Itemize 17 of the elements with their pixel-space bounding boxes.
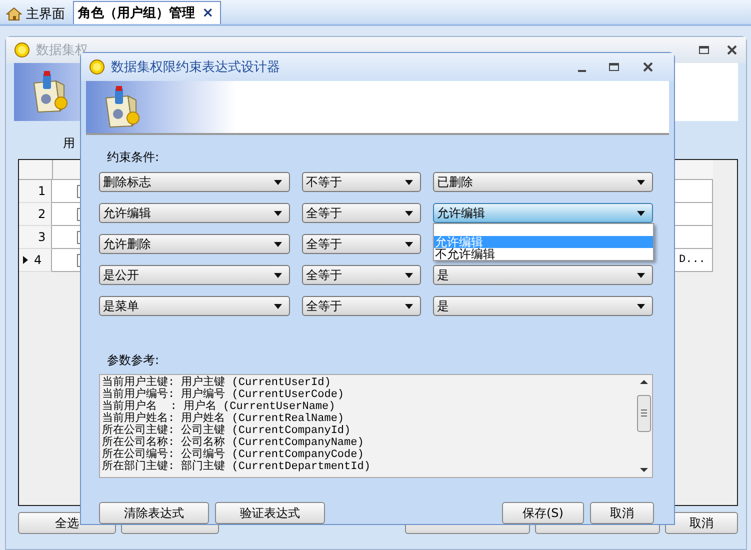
row-number: 3 — [38, 230, 46, 244]
reference-line: 当前用户名 : 用户名 (CurrentUserName) — [102, 401, 336, 413]
table-cell-text: D... — [678, 254, 706, 266]
field-label: 用 — [63, 135, 75, 152]
row-number: 1 — [38, 184, 46, 198]
reference-line: 当前用户姓名: 用户姓名 (CurrentRealName) — [102, 413, 346, 425]
reference-line: 所在公司主键: 公司主键 (CurrentCompanyId) — [102, 425, 352, 437]
row-number: 4 — [34, 253, 42, 267]
section-label: 参数参考: — [106, 352, 160, 368]
dialog-title: 数据集权限约束表达式设计器 — [111, 58, 281, 76]
reference-line: 所在公司名称: 公司名称 (CurrentCompanyName) — [102, 437, 365, 449]
reference-line: 当前用户主键: 用户主键 (CurrentUserId) — [102, 377, 332, 389]
row-number: 2 — [38, 207, 46, 221]
reference-line: 所在公司编号: 公司编号 (CurrentCompanyCode) — [102, 449, 365, 461]
reference-line: 当前用户编号: 用户编号 (CurrentUserCode) — [102, 389, 346, 401]
reference-line: 所在部门主键: 部门主键 (CurrentDepartmentId) — [102, 461, 372, 473]
section-label: 约束条件: — [106, 149, 160, 165]
